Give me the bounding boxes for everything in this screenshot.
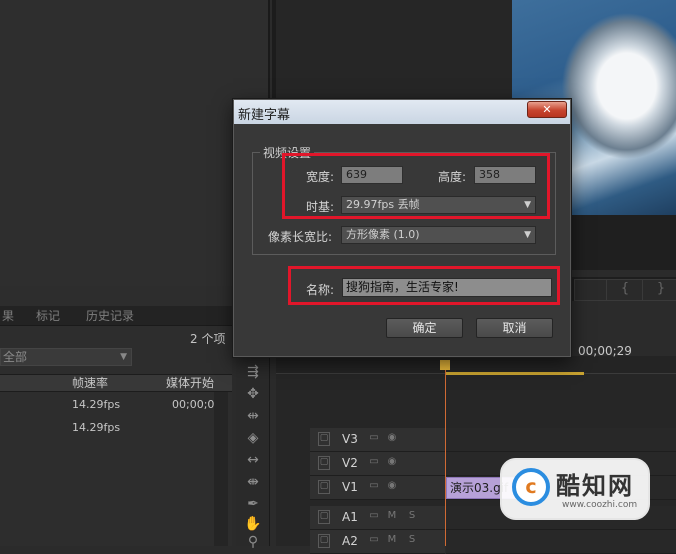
- track-header-a2: ▢ A2 ▭ M S: [310, 530, 445, 554]
- eye-icon[interactable]: ◉: [386, 456, 398, 468]
- playhead-handle[interactable]: [440, 360, 450, 370]
- lock-icon[interactable]: ▢: [318, 480, 330, 494]
- solo-icon[interactable]: S: [406, 510, 418, 522]
- mute-icon[interactable]: M: [386, 510, 398, 522]
- column-frame-rate[interactable]: 帧速率: [72, 375, 108, 391]
- mic-icon[interactable]: ▭: [368, 510, 380, 522]
- project-scrollbar[interactable]: [214, 392, 228, 546]
- track-header-a1: ▢ A1 ▭ M S: [310, 506, 445, 530]
- film-icon[interactable]: ▭: [368, 432, 380, 444]
- lock-icon[interactable]: ▢: [318, 456, 330, 470]
- row-1-frame-rate: 14.29fps: [72, 398, 121, 411]
- mic-icon[interactable]: ▭: [368, 534, 380, 546]
- source-monitor-panel: [0, 0, 270, 286]
- rolling-edit-icon[interactable]: ⇹: [244, 408, 262, 424]
- slide-icon[interactable]: ⇼: [244, 474, 262, 490]
- bin-filter-value: 全部: [3, 350, 28, 364]
- track-header-v3: ▢ V3 ▭ ◉: [310, 428, 445, 452]
- watermark-title: 酷知网: [556, 472, 634, 500]
- highlight-box-size-timebase: [282, 153, 550, 219]
- track-select-icon[interactable]: ⇶: [244, 364, 262, 380]
- close-icon[interactable]: ✕: [527, 101, 567, 118]
- ok-button[interactable]: 确定: [386, 318, 463, 338]
- bin-filter-select[interactable]: 全部 ▼: [0, 348, 132, 366]
- ruler-timecode: 00;00;29: [578, 344, 632, 358]
- tab-history[interactable]: 历史记录: [86, 308, 134, 324]
- chevron-down-icon: ▼: [120, 352, 127, 362]
- lock-icon[interactable]: ▢: [318, 510, 330, 524]
- project-panel-tabs: 果 标记 历史记录: [0, 306, 232, 326]
- brace-close-icon[interactable]: }: [642, 279, 676, 301]
- project-column-header: 帧速率 媒体开始: [0, 374, 232, 392]
- hand-icon[interactable]: ✋: [244, 516, 262, 532]
- film-icon[interactable]: ▭: [368, 480, 380, 492]
- track-header-v2: ▢ V2 ▭ ◉: [310, 452, 445, 476]
- track-name: V3: [342, 432, 358, 446]
- tab-effects[interactable]: 果: [2, 308, 14, 324]
- watermark-url: www.coozhi.com: [562, 500, 638, 510]
- razor-icon[interactable]: ◈: [244, 430, 262, 446]
- chevron-down-icon: ▼: [524, 230, 531, 240]
- pixel-aspect-select[interactable]: 方形像素 (1.0) ▼: [341, 226, 536, 244]
- pixel-aspect-value: 方形像素 (1.0): [346, 228, 420, 241]
- watermark-logo-icon: c: [512, 468, 550, 506]
- track-name: V1: [342, 480, 358, 494]
- cancel-button[interactable]: 取消: [476, 318, 553, 338]
- solo-icon[interactable]: S: [406, 534, 418, 546]
- eye-icon[interactable]: ◉: [386, 432, 398, 444]
- slip-icon[interactable]: ↔: [244, 452, 262, 468]
- track-lane-a2[interactable]: [446, 530, 676, 554]
- track-lane-v3[interactable]: [446, 428, 676, 452]
- mute-icon[interactable]: M: [386, 534, 398, 546]
- tab-markers[interactable]: 标记: [36, 308, 60, 324]
- film-icon[interactable]: ▭: [368, 456, 380, 468]
- eye-icon[interactable]: ◉: [386, 480, 398, 492]
- highlight-box-name: [288, 266, 560, 305]
- pixel-aspect-label: 像素长宽比:: [268, 230, 333, 244]
- brace-open-icon[interactable]: {: [606, 279, 644, 301]
- playhead[interactable]: [445, 362, 446, 546]
- tools-panel: ⇶ ✥ ⇹ ◈ ↔ ⇼ ✒ ✋ ⚲: [236, 356, 270, 550]
- track-name: A1: [342, 510, 358, 524]
- track-header-v1: ▢ V1 ▭ ◉: [310, 476, 445, 500]
- ripple-edit-icon[interactable]: ✥: [244, 386, 262, 402]
- monitor-toolbar: { }: [572, 277, 676, 301]
- lock-icon[interactable]: ▢: [318, 432, 330, 446]
- track-name: V2: [342, 456, 358, 470]
- item-count: 2 个项: [190, 332, 226, 346]
- work-area-bar[interactable]: [446, 372, 584, 375]
- column-media-start[interactable]: 媒体开始: [166, 375, 214, 391]
- row-2-frame-rate: 14.29fps: [72, 421, 121, 434]
- pen-icon[interactable]: ✒: [244, 496, 262, 512]
- zoom-icon[interactable]: ⚲: [244, 534, 262, 550]
- dialog-title: 新建字幕: [238, 108, 291, 123]
